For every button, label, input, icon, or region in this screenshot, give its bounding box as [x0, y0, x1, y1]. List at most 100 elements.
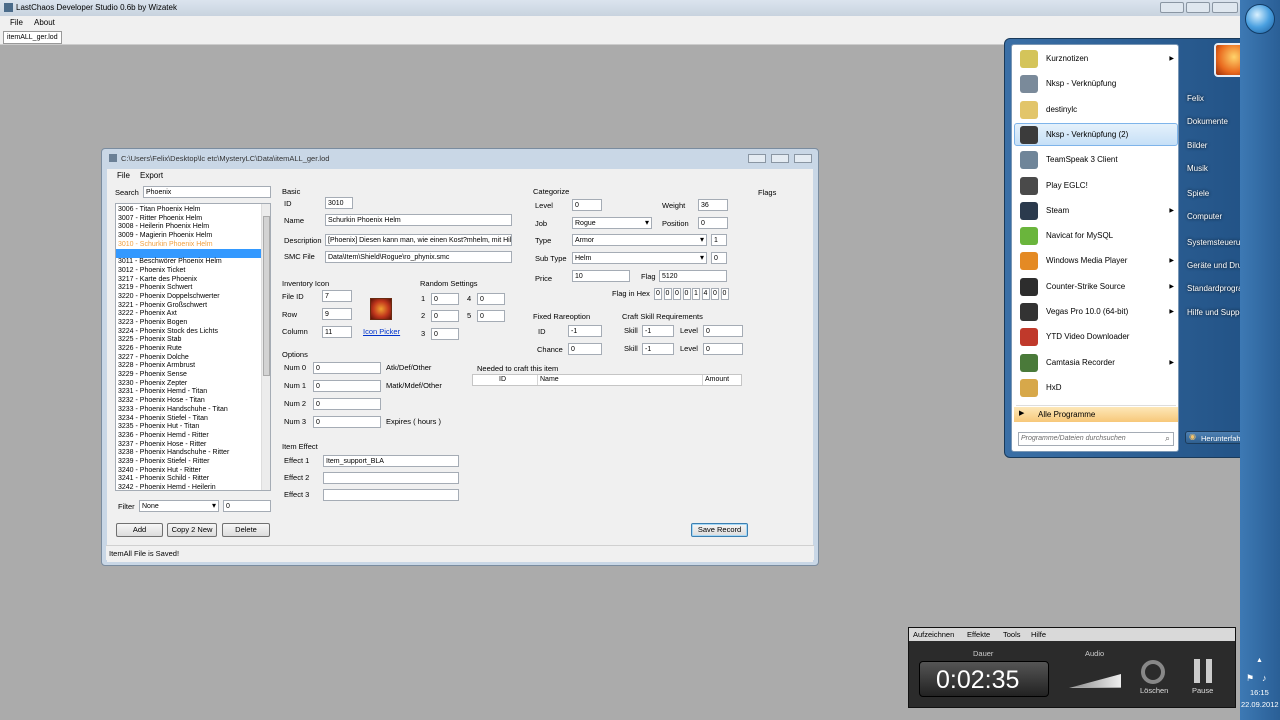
- tray-arrow-icon[interactable]: ▲: [1256, 657, 1263, 664]
- rare-chance-field[interactable]: 0: [568, 343, 602, 355]
- list-item[interactable]: 3239 - Phoenix Stiefel - Ritter: [116, 458, 261, 467]
- list-item[interactable]: 3233 - Phoenix Handschuhe - Titan: [116, 406, 261, 415]
- effect2-field[interactable]: [323, 472, 459, 484]
- copy-new-button[interactable]: Copy 2 New: [167, 523, 217, 537]
- filter-select[interactable]: None: [139, 500, 219, 512]
- filter-number[interactable]: 0: [223, 500, 271, 512]
- skill2-field[interactable]: -1: [642, 343, 674, 355]
- random-field-1[interactable]: 0: [431, 293, 459, 305]
- list-item[interactable]: 3006 - Titan Phoenix Helm: [116, 206, 261, 215]
- level-field[interactable]: 0: [572, 199, 602, 211]
- description-field[interactable]: [Phoenix] Diesen kann man, wie einen Kos…: [325, 234, 512, 246]
- start-menu-item[interactable]: Counter-Strike Source ▶: [1016, 275, 1182, 299]
- tray-date[interactable]: 22.09.2012: [1241, 700, 1279, 709]
- random-field-4[interactable]: 0: [477, 293, 505, 305]
- start-menu-item[interactable]: HxD: [1016, 376, 1182, 400]
- all-programs-row[interactable]: ▶ Alle Programme: [1014, 407, 1178, 422]
- column-field[interactable]: 11: [322, 326, 352, 338]
- list-item[interactable]: 3010 - Schurkin Phoenix Helm: [116, 241, 261, 250]
- craft-needed-table[interactable]: ID Name Amount: [472, 374, 742, 386]
- list-item[interactable]: 3229 - Phoenix Sense: [116, 371, 261, 380]
- list-item[interactable]: 3228 - Phoenix Armbrust: [116, 362, 261, 371]
- type-select[interactable]: Armor: [572, 234, 707, 246]
- start-menu-item[interactable]: Kurznotizen ▶: [1016, 47, 1182, 71]
- delete-button[interactable]: Delete: [222, 523, 270, 537]
- editor-minimize-icon[interactable]: [748, 154, 766, 163]
- subtype-number[interactable]: 0: [711, 252, 727, 264]
- list-scroll-thumb[interactable]: [263, 216, 270, 376]
- list-item[interactable]: [116, 249, 261, 259]
- type-number[interactable]: 1: [711, 234, 727, 246]
- start-search-input[interactable]: Programme/Dateien durchsuchen ⌕: [1018, 432, 1174, 446]
- pause-icon[interactable]: [1194, 659, 1212, 683]
- list-scrollbar[interactable]: [261, 204, 270, 490]
- list-item[interactable]: 3237 - Phoenix Hose - Ritter: [116, 441, 261, 450]
- start-menu-link[interactable]: Computer: [1187, 212, 1222, 221]
- tray-time[interactable]: 16:15: [1250, 688, 1269, 697]
- col-id[interactable]: ID: [499, 376, 506, 383]
- num2-field[interactable]: 0: [313, 398, 381, 410]
- flag-hex-cell[interactable]: 0: [720, 288, 729, 300]
- effect1-field[interactable]: Item_support_BLA: [323, 455, 459, 467]
- random-field-2[interactable]: 0: [431, 310, 459, 322]
- list-item[interactable]: 3235 - Phoenix Hut - Titan: [116, 423, 261, 432]
- weight-field[interactable]: 36: [698, 199, 728, 211]
- start-menu-link[interactable]: Dokumente: [1187, 117, 1228, 126]
- random-field-5[interactable]: 0: [477, 310, 505, 322]
- start-menu-item[interactable]: Play EGLC!: [1016, 174, 1182, 198]
- list-item[interactable]: 3231 - Phoenix Hemd - Titan: [116, 388, 261, 397]
- item-list[interactable]: 3006 - Titan Phoenix Helm 3007 - Ritter P…: [115, 203, 271, 491]
- id-field[interactable]: 3010: [325, 197, 353, 209]
- start-menu-link[interactable]: Bilder: [1187, 141, 1207, 150]
- start-menu-link[interactable]: Spiele: [1187, 189, 1209, 198]
- num0-field[interactable]: 0: [313, 362, 381, 374]
- list-item[interactable]: 3238 - Phoenix Handschuhe - Ritter: [116, 449, 261, 458]
- menu-about[interactable]: About: [34, 18, 55, 27]
- name-field[interactable]: Schurkin Phoenix Helm: [325, 214, 512, 226]
- audio-meter[interactable]: [1069, 674, 1121, 688]
- close-icon[interactable]: [1212, 2, 1238, 13]
- skill1-field[interactable]: -1: [642, 325, 674, 337]
- add-button[interactable]: Add: [116, 523, 163, 537]
- editor-menu-file[interactable]: File: [117, 171, 130, 180]
- flag-hex-cell[interactable]: 4: [701, 288, 710, 300]
- list-item[interactable]: 3242 - Phoenix Hemd - Heilerin: [116, 484, 261, 490]
- start-menu-item[interactable]: destinylc: [1016, 98, 1182, 122]
- list-item[interactable]: 3227 - Phoenix Dolche: [116, 354, 261, 363]
- list-item[interactable]: 3230 - Phoenix Zepter: [116, 380, 261, 389]
- tray-volume-icon[interactable]: ♪: [1262, 673, 1267, 683]
- flag-hex-cell[interactable]: 0: [654, 288, 662, 300]
- col-name[interactable]: Name: [540, 376, 559, 383]
- start-menu-item[interactable]: YTD Video Downloader: [1016, 325, 1182, 349]
- tray-network-icon[interactable]: ⚑: [1246, 673, 1254, 684]
- list-item[interactable]: 3012 - Phoenix Ticket: [116, 267, 261, 276]
- fileid-field[interactable]: 7: [322, 290, 352, 302]
- start-menu-link[interactable]: Musik: [1187, 164, 1208, 173]
- start-menu-link[interactable]: Felix: [1187, 94, 1204, 103]
- effect3-field[interactable]: [323, 489, 459, 501]
- start-menu-item[interactable]: Nksp - Verknüpfung: [1016, 72, 1182, 96]
- list-item[interactable]: 3009 - Magierin Phoenix Helm: [116, 232, 261, 241]
- num3-field[interactable]: 0: [313, 416, 381, 428]
- editor-close-icon[interactable]: [794, 154, 812, 163]
- start-menu-item[interactable]: Nksp - Verknüpfung (2): [1016, 123, 1182, 147]
- list-item[interactable]: 3220 - Phoenix Doppelschwerter: [116, 293, 261, 302]
- random-field-3[interactable]: 0: [431, 328, 459, 340]
- row-field[interactable]: 9: [322, 308, 352, 320]
- start-menu-item[interactable]: Steam ▶: [1016, 199, 1182, 223]
- list-item[interactable]: 3236 - Phoenix Hemd - Ritter: [116, 432, 261, 441]
- num1-field[interactable]: 0: [313, 380, 381, 392]
- list-item[interactable]: 3234 - Phoenix Stiefel - Titan: [116, 415, 261, 424]
- subtype-select[interactable]: Helm: [572, 252, 707, 264]
- list-item[interactable]: 3008 - Heilerin Phoenix Helm: [116, 223, 261, 232]
- menu-file[interactable]: File: [10, 18, 23, 27]
- list-item[interactable]: 3232 - Phoenix Hose - Titan: [116, 397, 261, 406]
- start-orb-icon[interactable]: [1245, 4, 1275, 34]
- search-input[interactable]: Phoenix: [143, 186, 271, 198]
- flag-hex-cell[interactable]: 0: [711, 288, 719, 300]
- save-record-button[interactable]: Save Record: [691, 523, 748, 537]
- list-item[interactable]: 3007 - Ritter Phoenix Helm: [116, 215, 261, 224]
- icon-picker-link[interactable]: Icon Picker: [363, 327, 400, 337]
- job-select[interactable]: Rogue: [572, 217, 652, 229]
- level2-field[interactable]: 0: [703, 343, 743, 355]
